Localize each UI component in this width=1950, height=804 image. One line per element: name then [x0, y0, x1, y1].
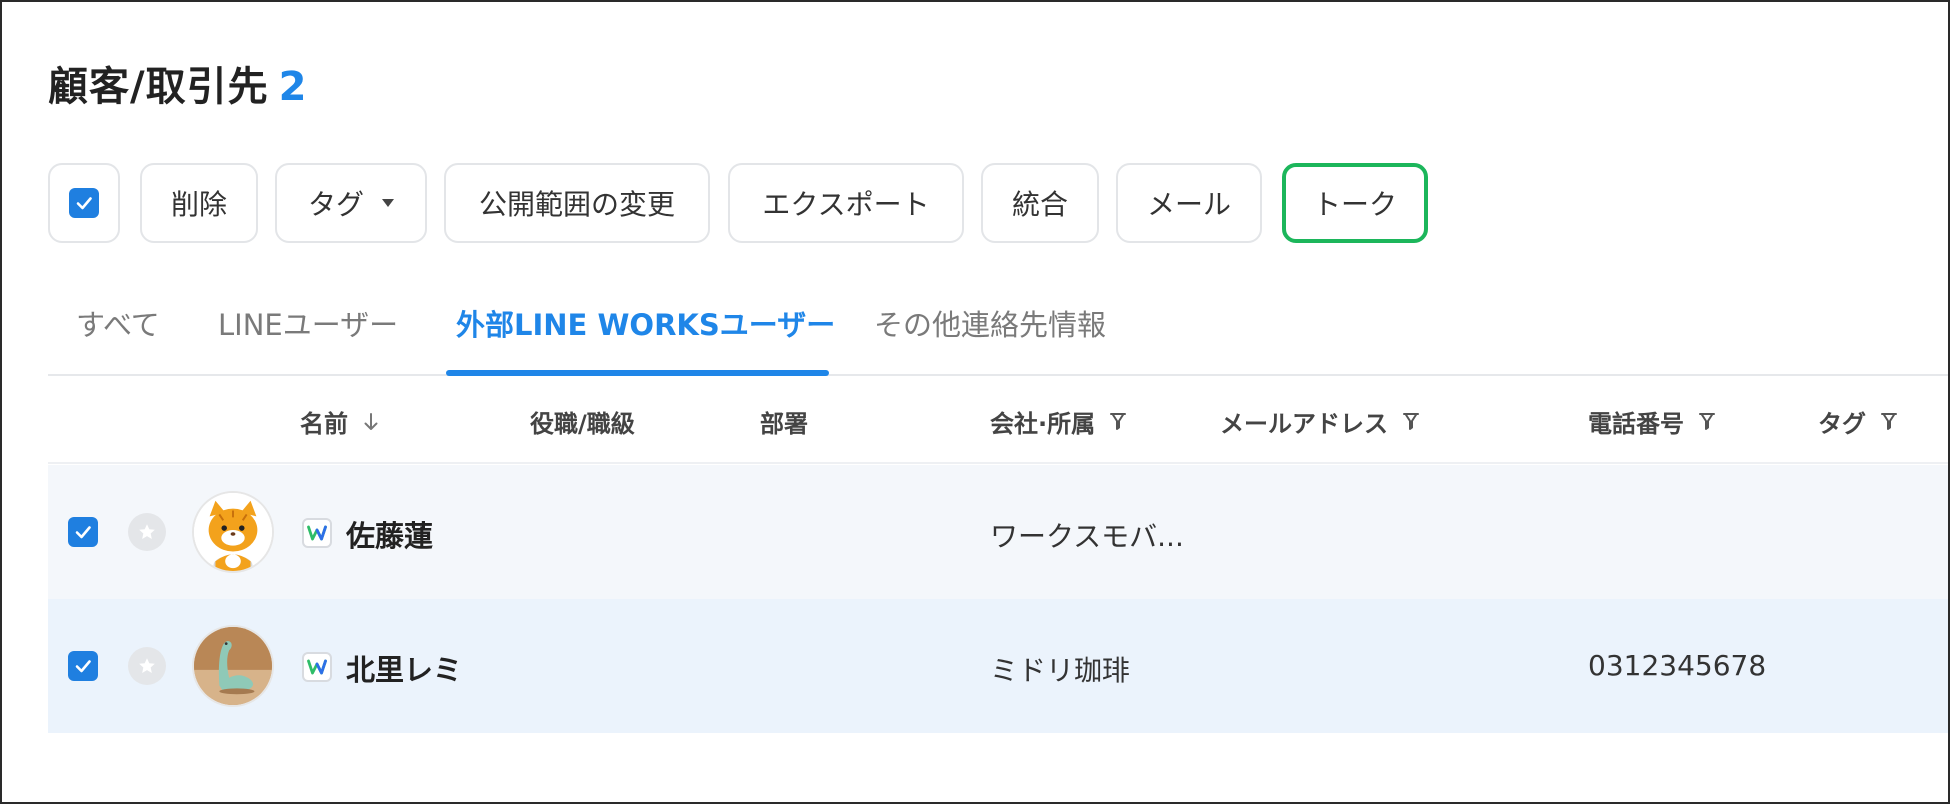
delete-button[interactable]: 削除 — [140, 163, 258, 243]
checkmark-icon — [76, 197, 92, 210]
column-department-label: 部署 — [760, 410, 808, 438]
select-all-checkbox[interactable] — [48, 163, 120, 243]
column-position-label: 役職/職級 — [530, 410, 635, 438]
caret-down-icon — [382, 199, 394, 207]
column-phone-label: 電話番号 — [1588, 410, 1684, 438]
row-checkbox[interactable] — [68, 517, 98, 547]
table-header: 名前 役職/職級 部署 会社·所属 メールアドレス 電話番号 タグ — [48, 376, 1948, 464]
tab-line-users[interactable]: LINEユーザー — [218, 302, 398, 344]
mail-button[interactable]: メール — [1116, 163, 1262, 243]
record-count: 2 — [278, 64, 308, 110]
star-icon — [139, 524, 155, 539]
column-header-position[interactable]: 役職/職級 — [530, 404, 635, 439]
column-header-department[interactable]: 部署 — [760, 404, 808, 439]
favorite-star-button[interactable] — [128, 513, 166, 551]
contact-phone: 0312345678 — [1588, 649, 1767, 682]
contact-name[interactable]: 北里レミ — [346, 647, 462, 689]
filter-icon[interactable] — [1880, 411, 1898, 433]
merge-button[interactable]: 統合 — [981, 163, 1099, 243]
contact-company: ワークスモバ... — [990, 520, 1184, 553]
talk-button[interactable]: トーク — [1282, 163, 1428, 243]
change-visibility-button[interactable]: 公開範囲の変更 — [444, 163, 710, 243]
tag-dropdown-button[interactable]: タグ — [275, 163, 427, 243]
tag-button-label: タグ — [307, 188, 364, 221]
column-header-tag[interactable]: タグ — [1818, 404, 1898, 439]
favorite-star-button[interactable] — [128, 647, 166, 685]
checkbox-checked — [69, 188, 99, 218]
page-title: 顧客/取引先 2 — [48, 54, 307, 112]
filter-icon[interactable] — [1698, 411, 1716, 433]
avatar — [192, 491, 274, 573]
arrow-down-icon — [362, 411, 380, 433]
tab-all[interactable]: すべて — [76, 302, 160, 344]
column-name-label: 名前 — [300, 410, 348, 438]
dinosaur-avatar-icon — [194, 627, 272, 705]
tab-other-contacts[interactable]: その他連絡先情報 — [874, 302, 1106, 344]
page-title-text: 顧客/取引先 — [48, 64, 269, 110]
column-company-label: 会社·所属 — [990, 410, 1096, 438]
line-works-icon — [302, 518, 332, 548]
column-header-phone[interactable]: 電話番号 — [1588, 404, 1716, 439]
tab-external-line-works-users[interactable]: 外部LINE WORKSユーザー — [456, 302, 835, 344]
checkmark-icon — [75, 526, 91, 539]
contact-company: ミドリ珈琲 — [990, 654, 1131, 687]
line-works-icon — [302, 652, 332, 682]
filter-icon[interactable] — [1109, 411, 1127, 433]
filter-icon[interactable] — [1402, 411, 1420, 433]
column-tag-label: タグ — [1818, 410, 1866, 438]
column-header-email[interactable]: メールアドレス — [1220, 404, 1420, 439]
table-row[interactable]: 北里レミ ミドリ珈琲 0312345678 — [48, 599, 1948, 733]
row-checkbox[interactable] — [68, 651, 98, 681]
export-button[interactable]: エクスポート — [728, 163, 964, 243]
avatar — [192, 625, 274, 707]
contact-name[interactable]: 佐藤蓮 — [346, 513, 433, 555]
cat-avatar-icon — [194, 493, 272, 571]
column-header-company[interactable]: 会社·所属 — [990, 404, 1127, 439]
column-header-name[interactable]: 名前 — [300, 404, 380, 439]
checkmark-icon — [75, 660, 91, 673]
star-icon — [139, 658, 155, 673]
contact-type-tabs: すべて LINEユーザー 外部LINE WORKSユーザー その他連絡先情報 — [48, 292, 1948, 376]
column-email-label: メールアドレス — [1220, 410, 1388, 438]
table-row[interactable]: 佐藤蓮 ワークスモバ... — [48, 465, 1948, 599]
app-frame: 顧客/取引先 2 削除 タグ 公開範囲の変更 エクスポート 統合 メール トーク … — [0, 0, 1950, 804]
